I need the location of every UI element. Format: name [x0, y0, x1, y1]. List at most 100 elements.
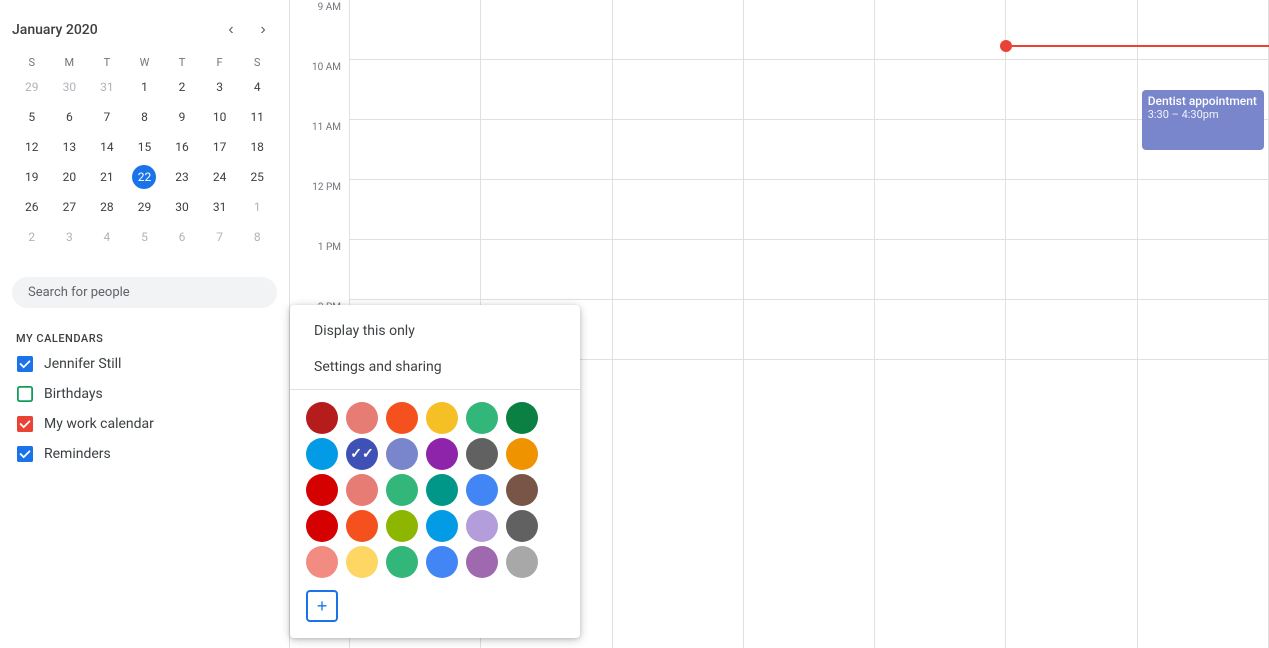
color-swatch[interactable] — [346, 474, 378, 506]
color-swatch[interactable] — [306, 402, 338, 434]
day-number: 6 — [57, 105, 81, 129]
calendar-day[interactable]: 1 — [239, 193, 275, 221]
calendar-day[interactable]: 11 — [239, 103, 275, 131]
calendar-day[interactable]: 2 — [14, 223, 50, 251]
calendar-day[interactable]: 6 — [164, 223, 200, 251]
calendar-day[interactable]: 29 — [127, 193, 163, 221]
calendar-day[interactable]: 24 — [202, 163, 238, 191]
hour-line — [350, 240, 480, 300]
color-swatch[interactable] — [426, 546, 458, 578]
calendar-day[interactable]: 17 — [202, 133, 238, 161]
calendar-checkbox-birthdays[interactable] — [16, 385, 34, 403]
color-swatch[interactable] — [306, 438, 338, 470]
color-swatch[interactable] — [386, 510, 418, 542]
dentist-event[interactable]: Dentist appointment 3:30 – 4:30pm — [1142, 90, 1264, 150]
color-swatch[interactable] — [466, 510, 498, 542]
calendar-day[interactable]: 15 — [127, 133, 163, 161]
calendar-day[interactable]: 21 — [89, 163, 125, 191]
calendar-day[interactable]: 20 — [52, 163, 88, 191]
calendar-day[interactable]: 22 — [127, 163, 163, 191]
calendar-checkbox-mywork[interactable] — [16, 415, 34, 433]
day-number: 20 — [57, 165, 81, 189]
calendar-day[interactable]: 12 — [14, 133, 50, 161]
calendar-day[interactable]: 31 — [89, 73, 125, 101]
color-swatch[interactable] — [306, 474, 338, 506]
settings-sharing-menu-item[interactable]: Settings and sharing — [290, 349, 580, 385]
color-swatch[interactable]: ✓ — [346, 438, 378, 470]
hour-line — [613, 60, 743, 120]
color-swatch[interactable] — [426, 438, 458, 470]
calendar-item-reminders[interactable]: Reminders — [0, 439, 289, 469]
calendar-day[interactable]: 7 — [202, 223, 238, 251]
day-number: 3 — [208, 75, 232, 99]
next-month-button[interactable]: › — [249, 16, 277, 44]
color-swatch[interactable] — [306, 546, 338, 578]
display-only-menu-item[interactable]: Display this only — [290, 313, 580, 349]
color-swatch[interactable] — [386, 546, 418, 578]
calendar-day[interactable]: 29 — [14, 73, 50, 101]
color-swatch[interactable] — [466, 438, 498, 470]
day-number: 3 — [57, 225, 81, 249]
calendar-day[interactable]: 6 — [52, 103, 88, 131]
calendar-day[interactable]: 3 — [52, 223, 88, 251]
calendar-day[interactable]: 9 — [164, 103, 200, 131]
calendar-checkbox-jennifer[interactable] — [16, 355, 34, 373]
color-swatch[interactable] — [466, 546, 498, 578]
color-swatch[interactable] — [386, 474, 418, 506]
color-swatch[interactable] — [426, 510, 458, 542]
search-people-input[interactable]: Search for people — [12, 277, 277, 308]
calendar-day[interactable]: 2 — [164, 73, 200, 101]
hour-line — [1138, 300, 1268, 360]
color-swatch[interactable] — [426, 402, 458, 434]
calendar-day[interactable]: 1 — [127, 73, 163, 101]
color-swatch[interactable] — [306, 510, 338, 542]
color-swatch[interactable] — [346, 510, 378, 542]
calendar-day[interactable]: 25 — [239, 163, 275, 191]
calendar-item-mywork[interactable]: My work calendar — [0, 409, 289, 439]
color-swatch[interactable] — [386, 402, 418, 434]
prev-month-button[interactable]: ‹ — [217, 16, 245, 44]
calendar-day[interactable]: 16 — [164, 133, 200, 161]
calendar-day[interactable]: 30 — [52, 73, 88, 101]
calendar-day[interactable]: 26 — [14, 193, 50, 221]
hour-line — [481, 240, 611, 300]
calendar-item-jennifer[interactable]: Jennifer Still — [0, 349, 289, 379]
calendar-day[interactable]: 31 — [202, 193, 238, 221]
calendar-day[interactable]: 18 — [239, 133, 275, 161]
calendar-day[interactable]: 10 — [202, 103, 238, 131]
color-swatch[interactable] — [386, 438, 418, 470]
calendar-checkbox-reminders[interactable] — [16, 445, 34, 463]
color-swatch[interactable] — [506, 474, 538, 506]
calendar-day[interactable]: 4 — [89, 223, 125, 251]
color-swatch[interactable] — [506, 402, 538, 434]
calendar-label-mywork: My work calendar — [44, 416, 154, 432]
day-of-week-header: W — [127, 54, 163, 71]
calendar-day[interactable]: 8 — [239, 223, 275, 251]
calendar-day[interactable]: 30 — [164, 193, 200, 221]
color-swatch[interactable] — [426, 474, 458, 506]
calendar-day[interactable]: 23 — [164, 163, 200, 191]
calendar-day[interactable]: 14 — [89, 133, 125, 161]
calendar-day[interactable]: 7 — [89, 103, 125, 131]
color-swatch[interactable] — [346, 546, 378, 578]
calendar-day[interactable]: 13 — [52, 133, 88, 161]
calendar-day[interactable]: 5 — [127, 223, 163, 251]
calendar-day[interactable]: 5 — [14, 103, 50, 131]
day-number: 29 — [132, 195, 156, 219]
calendar-item-birthdays[interactable]: Birthdays — [0, 379, 289, 409]
color-swatch[interactable] — [506, 546, 538, 578]
calendar-day[interactable]: 4 — [239, 73, 275, 101]
calendar-day[interactable]: 8 — [127, 103, 163, 131]
calendar-day[interactable]: 3 — [202, 73, 238, 101]
calendar-day[interactable]: 28 — [89, 193, 125, 221]
day-number: 28 — [95, 195, 119, 219]
calendar-day[interactable]: 19 — [14, 163, 50, 191]
day-number: 10 — [208, 105, 232, 129]
calendar-day[interactable]: 27 — [52, 193, 88, 221]
color-swatch[interactable] — [466, 402, 498, 434]
add-color-button[interactable]: + — [306, 590, 338, 622]
color-swatch[interactable] — [346, 402, 378, 434]
color-swatch[interactable] — [506, 438, 538, 470]
color-swatch[interactable] — [466, 474, 498, 506]
color-swatch[interactable] — [506, 510, 538, 542]
